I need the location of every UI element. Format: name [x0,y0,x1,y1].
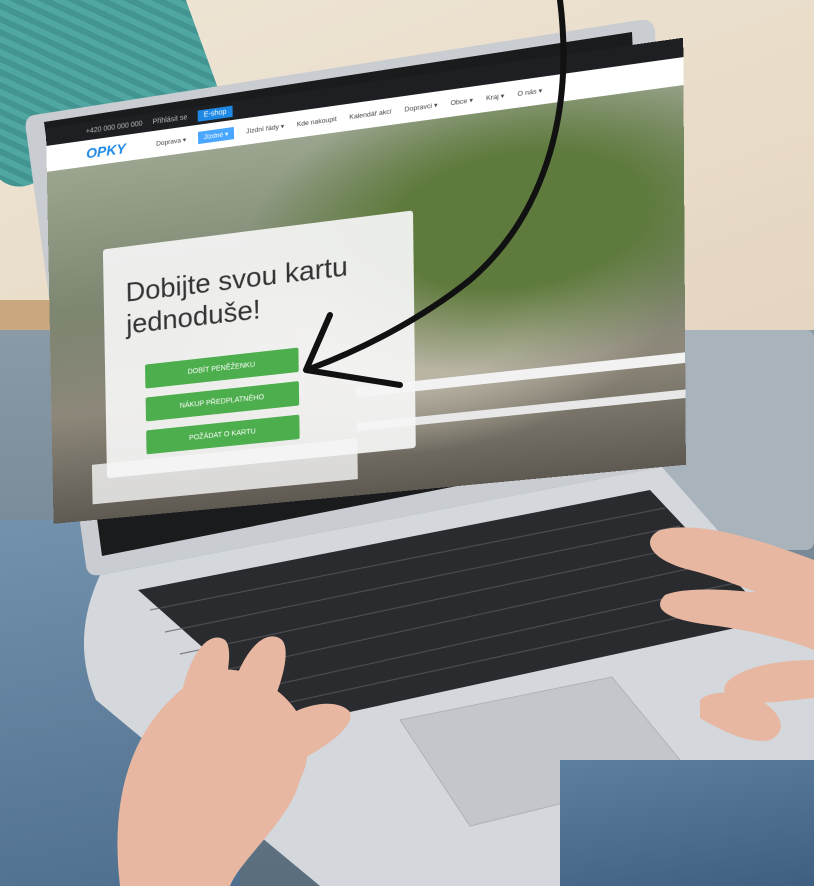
photo-scene: +420 000 000 000 Přihlásit se E-shop OPK… [0,0,814,886]
hands [117,527,814,886]
right-hand [650,527,814,741]
left-hand [117,636,351,886]
